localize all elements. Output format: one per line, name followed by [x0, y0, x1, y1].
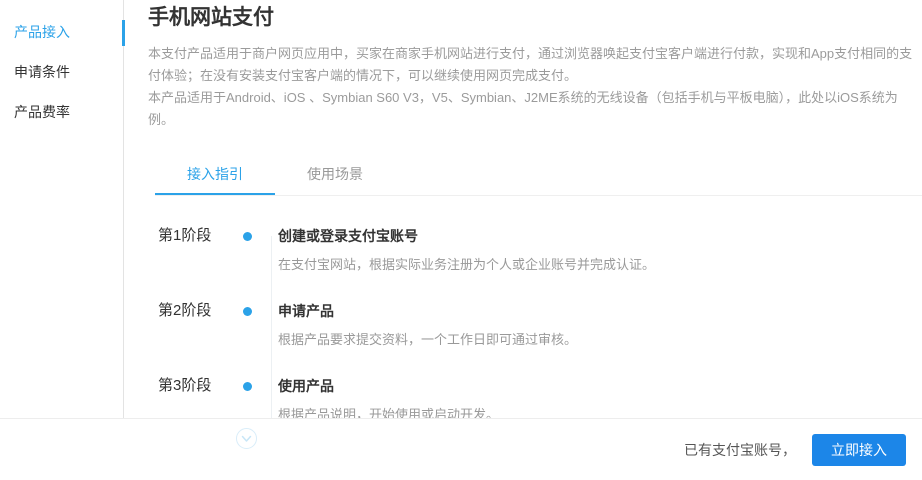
step-2-stage-label: 第2阶段	[158, 302, 238, 320]
step-1-dot-icon	[243, 232, 252, 241]
step-1-title: 创建或登录支付宝账号	[278, 227, 912, 245]
step-1-body: 创建或登录支付宝账号 在支付宝网站，根据实际业务注册为个人或企业账号并完成认证。	[278, 227, 912, 274]
intro-paragraph-2: 本产品适用于Android、iOS 、Symbian S60 V3，V5、Sym…	[148, 87, 922, 131]
step-2-title: 申请产品	[278, 302, 912, 320]
chevron-down-icon[interactable]	[236, 428, 257, 449]
tab-bar: 接入指引 使用场景	[155, 154, 922, 196]
step-1-stage-label: 第1阶段	[158, 227, 238, 245]
page-title: 手机网站支付	[148, 5, 922, 31]
step-2-body: 申请产品 根据产品要求提交资料，一个工作日即可通过审核。	[278, 302, 912, 349]
access-guide-steps: 第1阶段 创建或登录支付宝账号 在支付宝网站，根据实际业务注册为个人或企业账号并…	[148, 227, 922, 418]
sidebar: 产品接入 申请条件 产品费率	[0, 0, 124, 418]
existing-account-hint: 已有支付宝账号，	[684, 440, 796, 460]
step-3: 第3阶段 使用产品 根据产品说明，开始使用或启动开发。	[148, 377, 922, 418]
step-3-body: 使用产品 根据产品说明，开始使用或启动开发。	[278, 377, 912, 418]
step-1: 第1阶段 创建或登录支付宝账号 在支付宝网站，根据实际业务注册为个人或企业账号并…	[148, 227, 922, 273]
step-3-dot-icon	[243, 382, 252, 391]
sidebar-item-product-access[interactable]: 产品接入	[0, 12, 123, 52]
step-1-description: 在支付宝网站，根据实际业务注册为个人或企业账号并完成认证。	[278, 256, 912, 274]
tab-use-cases[interactable]: 使用场景	[275, 154, 395, 195]
bottom-action-bar: 已有支付宝账号， 立即接入	[0, 418, 922, 480]
step-2-description: 根据产品要求提交资料，一个工作日即可通过审核。	[278, 331, 912, 349]
step-3-description: 根据产品说明，开始使用或启动开发。	[278, 406, 912, 418]
tab-access-guide[interactable]: 接入指引	[155, 154, 275, 195]
product-intro: 本支付产品适用于商户网页应用中，买家在商家手机网站进行支付，通过浏览器唤起支付宝…	[148, 43, 922, 131]
intro-paragraph-1: 本支付产品适用于商户网页应用中，买家在商家手机网站进行支付，通过浏览器唤起支付宝…	[148, 43, 922, 87]
step-3-stage-label: 第3阶段	[158, 377, 238, 395]
main-content: 手机网站支付 本支付产品适用于商户网页应用中，买家在商家手机网站进行支付，通过浏…	[124, 0, 922, 418]
access-now-button[interactable]: 立即接入	[812, 434, 906, 466]
step-3-title: 使用产品	[278, 377, 912, 395]
step-2: 第2阶段 申请产品 根据产品要求提交资料，一个工作日即可通过审核。	[148, 302, 922, 348]
sidebar-item-product-rates[interactable]: 产品费率	[0, 92, 123, 132]
step-2-dot-icon	[243, 307, 252, 316]
mobile-website-payment-page: 产品接入 申请条件 产品费率 手机网站支付 本支付产品适用于商户网页应用中，买家…	[0, 0, 922, 480]
sidebar-item-application-conditions[interactable]: 申请条件	[0, 52, 123, 92]
